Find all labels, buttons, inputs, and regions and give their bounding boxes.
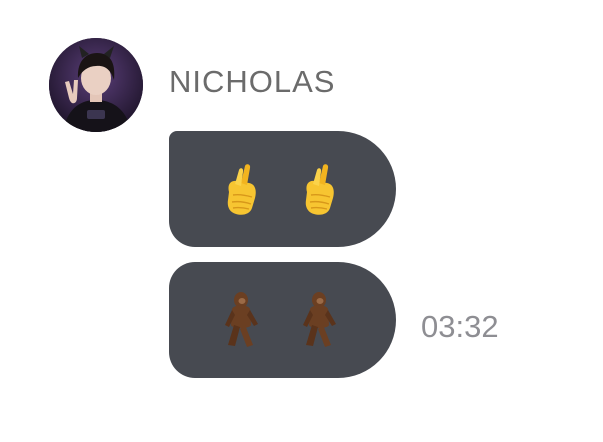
bigfoot-walking-icon bbox=[218, 292, 264, 348]
sender-name: NICHOLAS bbox=[169, 64, 336, 99]
avatar-photo bbox=[49, 38, 143, 132]
message-bubble[interactable] bbox=[169, 262, 396, 378]
message-bubble[interactable] bbox=[169, 131, 396, 247]
hand-with-index-finger-and-thumb-crossed-icon bbox=[218, 161, 264, 217]
hand-with-index-finger-and-thumb-crossed-icon bbox=[296, 161, 342, 217]
sender-avatar[interactable] bbox=[49, 38, 143, 132]
bigfoot-walking-icon bbox=[296, 292, 342, 348]
message-timestamp: 03:32 bbox=[421, 309, 499, 344]
